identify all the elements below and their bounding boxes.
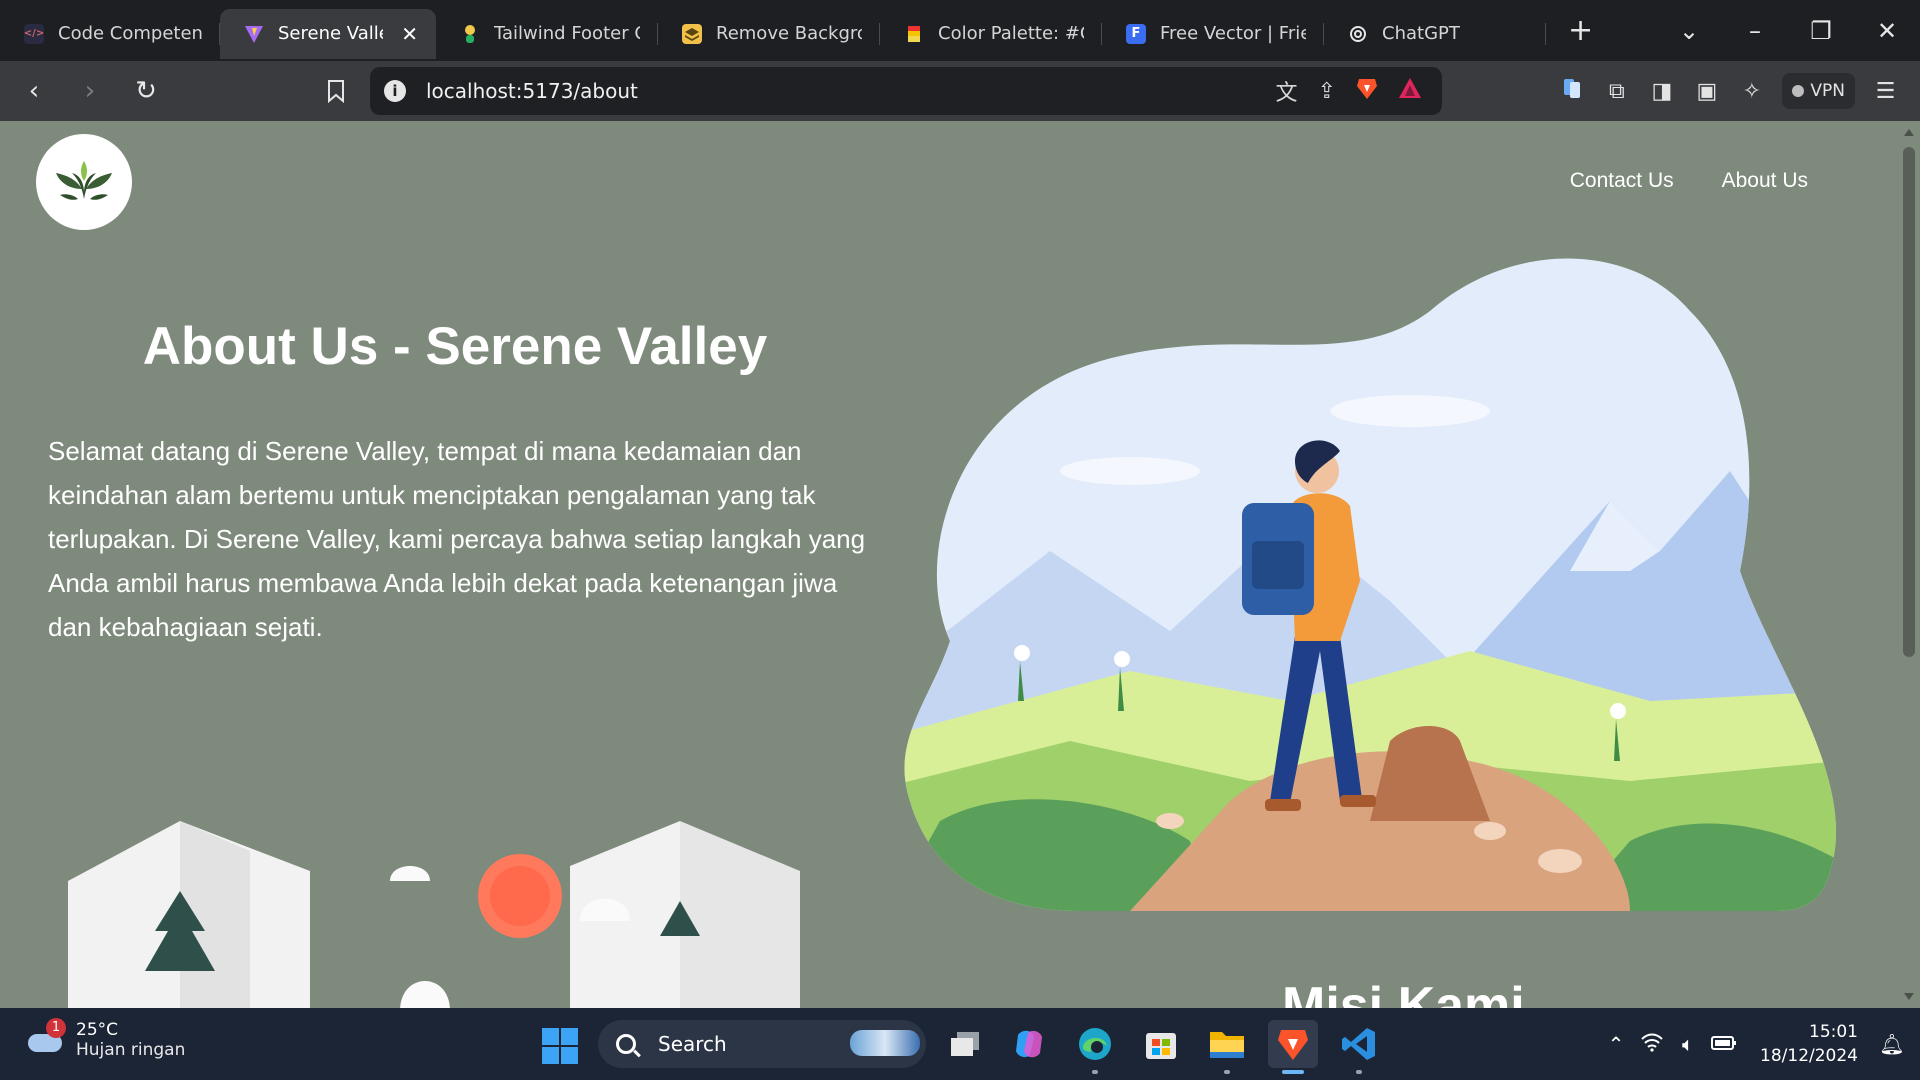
chatgpt-icon (1348, 24, 1368, 44)
site-logo[interactable] (36, 134, 132, 230)
taskbar-search[interactable]: Search (598, 1020, 926, 1068)
extensions-icon[interactable]: ⧉ (1594, 79, 1639, 104)
share-icon[interactable]: ⇪ (1318, 79, 1336, 104)
address-bar[interactable]: i localhost:5173/about 文 ⇪ (370, 67, 1442, 115)
tab-color-palette[interactable]: Color Palette: #C9 (880, 9, 1102, 59)
scroll-up-icon[interactable] (1904, 129, 1914, 136)
weather-desc: Hujan ringan (76, 1040, 186, 1060)
close-window-icon[interactable]: ✕ (1854, 17, 1920, 45)
site-info-icon[interactable]: i (384, 80, 406, 102)
scrollbar-thumb[interactable] (1903, 147, 1915, 657)
clock-time: 15:01 (1809, 1022, 1858, 1042)
battery-icon[interactable] (1706, 1032, 1742, 1056)
rain-cloud-icon: 1 (26, 1018, 66, 1056)
layers-icon (682, 23, 702, 44)
brave-rewards-icon[interactable] (1398, 77, 1422, 105)
notification-badge: 1 (46, 1018, 66, 1038)
tab-label: Serene Valley (278, 23, 383, 44)
weather-temp: 25°C (76, 1020, 119, 1040)
tab-remove-background[interactable]: Remove Backgrou (658, 9, 880, 59)
vscode-icon[interactable] (1334, 1020, 1384, 1074)
search-label: Search (658, 1032, 727, 1056)
show-hidden-icons-chevron[interactable]: ⌃ (1598, 1032, 1634, 1056)
nav-about-us[interactable]: About Us (1722, 169, 1808, 193)
copilot-icon[interactable] (1004, 1020, 1054, 1068)
translate-icon[interactable]: 文 (1276, 75, 1298, 107)
vpn-button[interactable]: VPN (1782, 73, 1855, 109)
tab-label: Code Competence (58, 23, 202, 44)
minimize-icon[interactable]: – (1722, 17, 1788, 45)
page-viewport: Contact Us About Us About Us - Serene Va… (0, 121, 1898, 1008)
tab-label: Remove Backgrou (716, 23, 862, 44)
tab-chatgpt[interactable]: ChatGPT (1324, 9, 1546, 59)
hero-paragraph: Selamat datang di Serene Valley, tempat … (48, 436, 866, 642)
menu-icon[interactable]: ☰ (1863, 79, 1908, 104)
freepik-icon: F (1126, 23, 1146, 44)
system-clock[interactable]: 15:01 18/12/2024 (1760, 1020, 1858, 1068)
close-tab-icon[interactable]: ✕ (401, 22, 418, 46)
scroll-down-icon[interactable] (1904, 993, 1914, 1000)
tab-label: Free Vector | Frien (1160, 23, 1306, 44)
leo-ai-icon[interactable]: ✧ (1729, 79, 1774, 104)
tab-code-competence[interactable]: </> Code Competence (0, 9, 220, 59)
task-view-icon[interactable] (940, 1020, 990, 1068)
tab-serene-valley[interactable]: Serene Valley ✕ (220, 8, 436, 59)
tab-label: ChatGPT (1382, 23, 1460, 44)
reload-icon[interactable]: ↻ (124, 69, 168, 113)
mission-heading: Misi Kami (1282, 977, 1525, 1008)
tab-tailwind-footer[interactable]: Tailwind Footer Co (436, 9, 658, 59)
tab-label: Tailwind Footer Co (494, 23, 640, 44)
code-icon: </> (24, 23, 44, 44)
vpn-status-icon (1792, 85, 1805, 97)
palette-icon (904, 24, 924, 44)
brave-shields-icon[interactable] (1356, 76, 1378, 106)
volume-icon[interactable]: 🔈︎ (1670, 1032, 1706, 1056)
edge-icon[interactable] (1070, 1020, 1120, 1074)
map-illustration (68, 821, 800, 1008)
new-tab-icon[interactable]: + (1568, 13, 1593, 48)
hiker-illustration (904, 258, 1837, 911)
vite-icon (244, 24, 264, 44)
windows-taskbar: 1 25°C Hujan ringan Search ⌃ 🔈︎ 15:01 18… (0, 1008, 1920, 1080)
wallet-icon[interactable]: ▣ (1684, 79, 1729, 104)
leaf-logo-icon (56, 161, 112, 200)
file-explorer-icon[interactable] (1202, 1020, 1252, 1074)
person-icon (460, 24, 480, 44)
brave-browser-icon[interactable] (1268, 1020, 1318, 1074)
browser-toolbar: ‹ › ↻ i localhost:5173/about 文 ⇪ ⧉ ◨ ▣ ✧… (0, 61, 1920, 121)
leo-sidebar-icon[interactable] (1549, 77, 1594, 105)
main-nav: Contact Us About Us (1570, 169, 1808, 193)
restore-icon[interactable]: ❐ (1788, 17, 1854, 45)
page-scrollbar[interactable] (1898, 121, 1920, 1008)
windows-start-icon[interactable] (542, 1028, 578, 1064)
sidebar-icon[interactable]: ◨ (1639, 79, 1684, 104)
microsoft-store-icon[interactable] (1136, 1020, 1186, 1068)
tab-free-vector[interactable]: F Free Vector | Frien (1102, 9, 1324, 59)
back-icon[interactable]: ‹ (12, 69, 56, 113)
clock-date: 18/12/2024 (1760, 1046, 1858, 1066)
bookmark-icon[interactable] (318, 71, 354, 111)
page-title: About Us - Serene Valley (142, 317, 768, 376)
browser-tab-strip: </> Code Competence Serene Valley ✕ Tail… (0, 0, 1920, 61)
nav-contact-us[interactable]: Contact Us (1570, 169, 1674, 193)
vpn-label: VPN (1810, 81, 1845, 101)
tab-label: Color Palette: #C9 (938, 23, 1084, 44)
tab-search-chevron-icon[interactable]: ⌄ (1656, 17, 1722, 45)
notifications-bell-icon[interactable]: 🔔︎ (1874, 1032, 1910, 1056)
weather-widget[interactable]: 1 25°C Hujan ringan (26, 1018, 186, 1060)
url-text[interactable]: localhost:5173/about (426, 79, 638, 103)
forward-icon[interactable]: › (68, 69, 112, 113)
search-highlight-image (850, 1030, 920, 1056)
search-icon (616, 1034, 636, 1054)
wifi-icon[interactable] (1634, 1032, 1670, 1057)
